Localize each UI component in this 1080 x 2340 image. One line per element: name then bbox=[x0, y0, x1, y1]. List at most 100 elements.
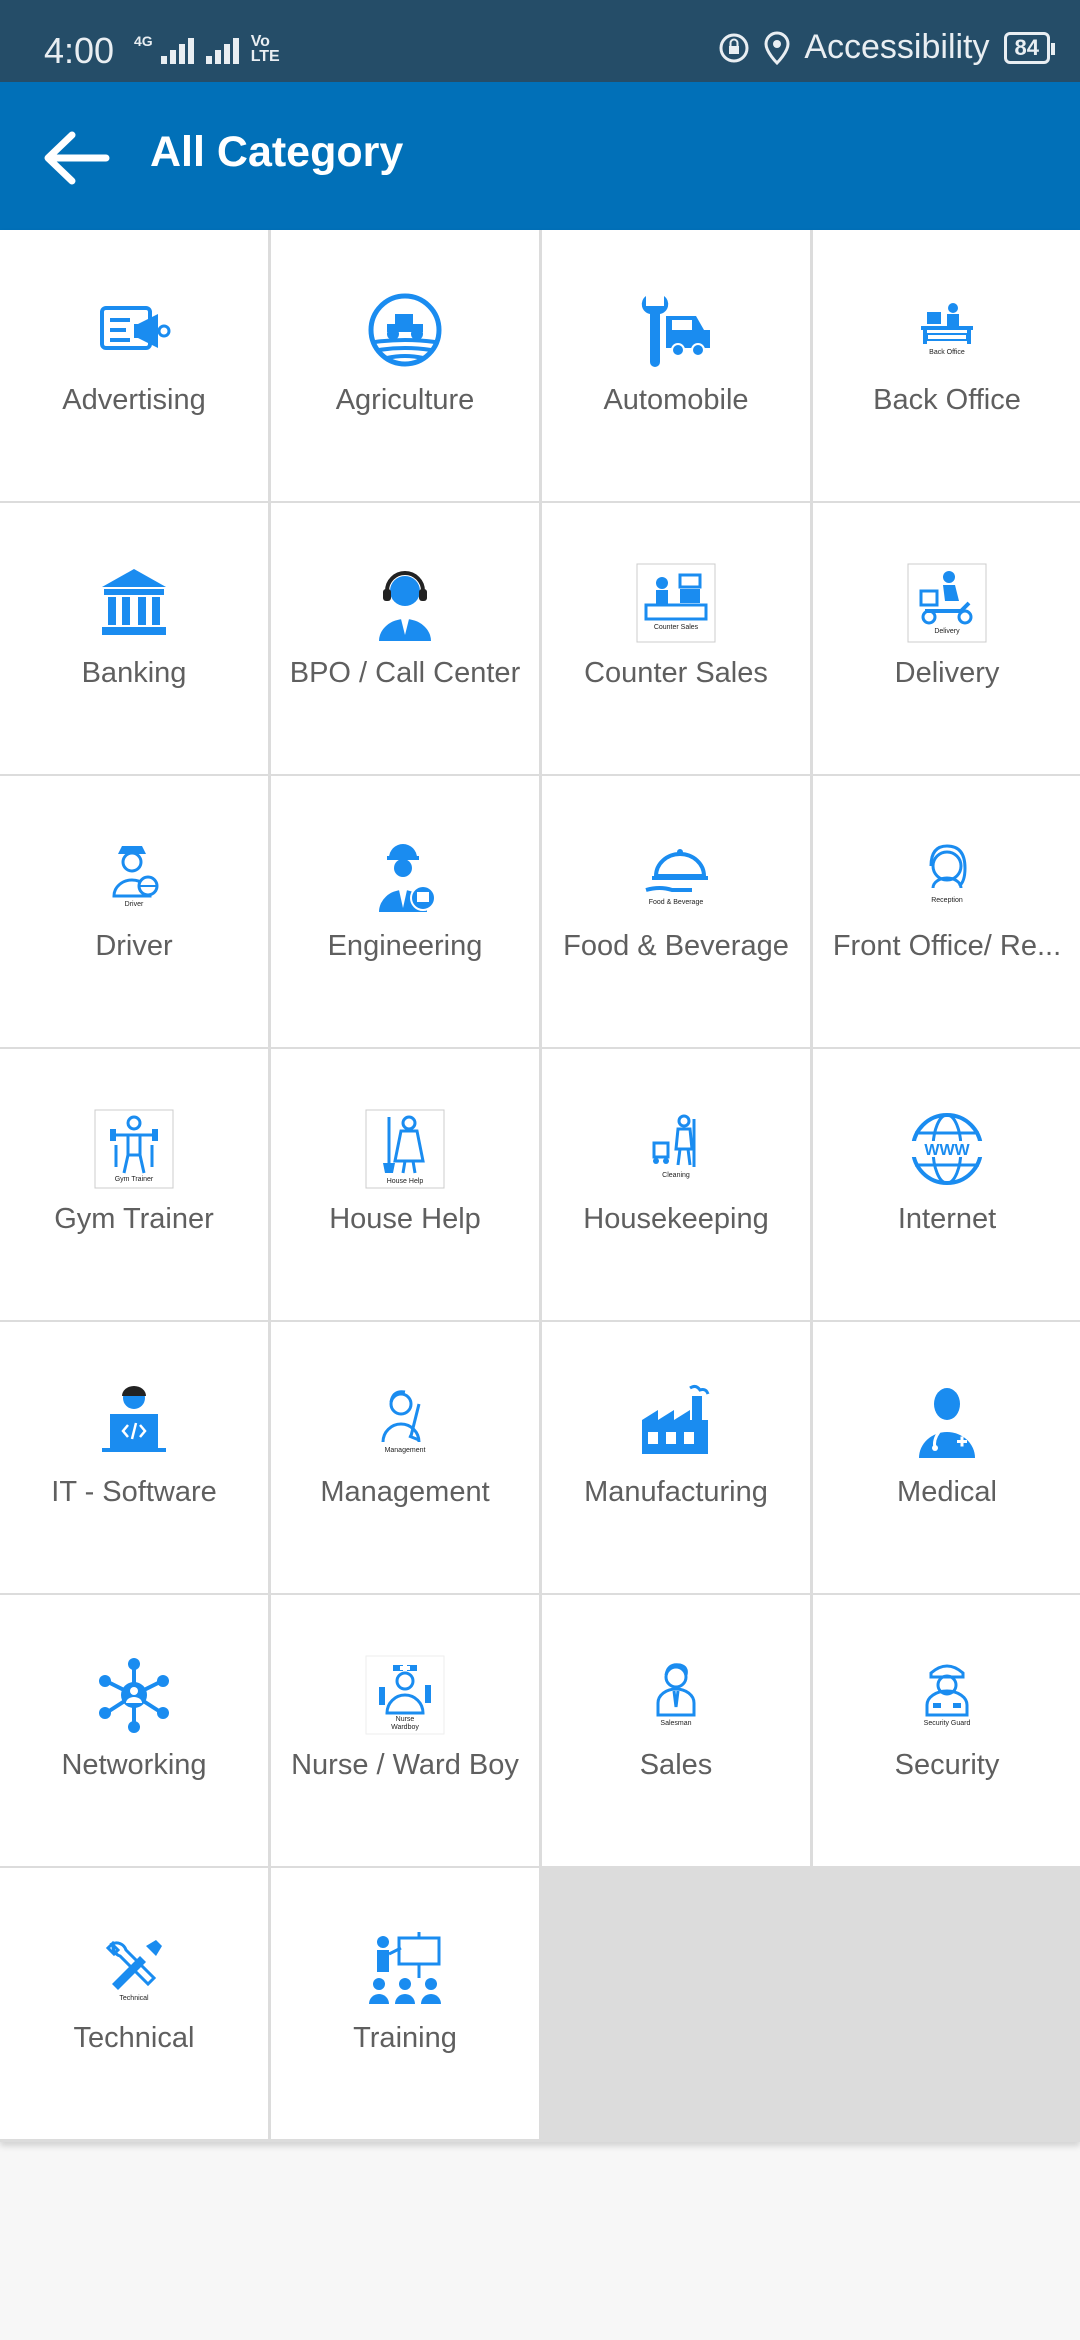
trainer-board-icon bbox=[365, 1928, 445, 2008]
category-training[interactable]: Training bbox=[271, 1868, 539, 2139]
category-label: Security bbox=[894, 1749, 1000, 1781]
category-agriculture[interactable]: Agriculture bbox=[271, 230, 539, 501]
category-technical[interactable]: Technical Technical bbox=[0, 1868, 268, 2139]
category-nurse-ward-boy[interactable]: Nurse Wardboy Nurse / Ward Boy bbox=[271, 1595, 539, 1866]
category-label: Counter Sales bbox=[584, 657, 768, 689]
svg-text:Security Guard: Security Guard bbox=[924, 1720, 971, 1727]
category-gym-trainer[interactable]: Gym Trainer Gym Trainer bbox=[0, 1049, 268, 1320]
category-label: Nurse / Ward Boy bbox=[291, 1749, 519, 1781]
category-label: Front Office/ Re... bbox=[832, 930, 1062, 962]
arrow-left-icon bbox=[44, 131, 110, 185]
nurse-icon: Nurse Wardboy bbox=[365, 1655, 445, 1735]
status-right: Accessibility 84 bbox=[718, 28, 1056, 67]
salesman-icon: Salesman bbox=[636, 1655, 716, 1735]
category-label: Automobile bbox=[603, 384, 749, 416]
svg-text:House Help: House Help bbox=[387, 1178, 424, 1185]
cloche-icon: Food & Beverage bbox=[636, 836, 716, 916]
security-guard-icon: Security Guard bbox=[907, 1655, 987, 1735]
status-bar: 4:00 4G Vo LTE Accessibility 84 bbox=[0, 0, 1080, 82]
svg-text:Food & Beverage: Food & Beverage bbox=[649, 899, 704, 906]
category-label: Food & Beverage bbox=[563, 930, 789, 962]
category-engineering[interactable]: Engineering bbox=[271, 776, 539, 1047]
battery-icon: 84 bbox=[1003, 31, 1056, 64]
page-title: All Category bbox=[150, 128, 404, 176]
category-label: Manufacturing bbox=[584, 1476, 768, 1508]
category-label: Advertising bbox=[62, 384, 206, 416]
category-back-office[interactable]: Back Office Back Office bbox=[813, 230, 1080, 501]
volte-indicator: Vo LTE bbox=[250, 33, 280, 65]
engineer-icon bbox=[365, 836, 445, 916]
location-icon bbox=[764, 30, 790, 65]
bank-icon bbox=[94, 563, 174, 643]
svg-text:Wardboy: Wardboy bbox=[391, 1724, 419, 1731]
back-office-icon: Back Office bbox=[907, 290, 987, 370]
category-housekeeping[interactable]: Cleaning Housekeeping bbox=[542, 1049, 810, 1320]
delivery-scooter-icon: Delivery bbox=[907, 563, 987, 643]
category-label: Training bbox=[353, 2022, 457, 2054]
category-delivery[interactable]: Delivery Delivery bbox=[813, 503, 1080, 774]
counter-sales-icon: Counter Sales bbox=[636, 563, 716, 643]
category-label: Networking bbox=[61, 1749, 207, 1781]
category-internet[interactable]: WWW Internet bbox=[813, 1049, 1080, 1320]
cleaning-icon: Cleaning bbox=[636, 1109, 716, 1189]
status-time: 4:00 bbox=[44, 30, 115, 71]
svg-text:Back Office: Back Office bbox=[929, 349, 965, 356]
category-label: Agriculture bbox=[335, 384, 475, 416]
svg-text:Delivery: Delivery bbox=[934, 628, 960, 635]
category-counter-sales[interactable]: Counter Sales Counter Sales bbox=[542, 503, 810, 774]
category-label: IT - Software bbox=[51, 1476, 217, 1508]
category-advertising[interactable]: Advertising bbox=[0, 230, 268, 501]
network-type: 4G bbox=[134, 33, 153, 49]
category-networking[interactable]: Networking bbox=[0, 1595, 268, 1866]
category-it-software[interactable]: IT - Software bbox=[0, 1322, 268, 1593]
receptionist-icon: Reception bbox=[907, 836, 987, 916]
accessibility-label: Accessibility bbox=[804, 28, 990, 66]
svg-text:Nurse: Nurse bbox=[396, 1716, 415, 1723]
category-sales[interactable]: Salesman Sales bbox=[542, 1595, 810, 1866]
category-label: Technical bbox=[73, 2022, 195, 2054]
category-management[interactable]: Management Management bbox=[271, 1322, 539, 1593]
svg-text:Counter Sales: Counter Sales bbox=[654, 624, 699, 631]
svg-text:Technical: Technical bbox=[119, 1995, 149, 2002]
category-automobile[interactable]: Automobile bbox=[542, 230, 810, 501]
factory-icon bbox=[636, 1382, 716, 1462]
svg-text:Salesman: Salesman bbox=[660, 1720, 691, 1727]
category-label: Management bbox=[320, 1476, 490, 1508]
category-medical[interactable]: Medical bbox=[813, 1322, 1080, 1593]
lock-rotation-icon bbox=[719, 33, 749, 62]
category-label: Housekeeping bbox=[583, 1203, 769, 1235]
svg-text:Management: Management bbox=[385, 1447, 426, 1454]
app-bar: All Category bbox=[0, 82, 1080, 230]
house-help-icon: House Help bbox=[365, 1109, 445, 1189]
manager-icon: Management bbox=[365, 1382, 445, 1462]
category-label: Banking bbox=[81, 657, 187, 689]
network-nodes-icon bbox=[94, 1655, 174, 1735]
category-bpo-call-center[interactable]: BPO / Call Center bbox=[271, 503, 539, 774]
network-indicators: 4G Vo LTE bbox=[134, 33, 293, 65]
category-label: Engineering bbox=[327, 930, 483, 962]
svg-text:Driver: Driver bbox=[125, 901, 144, 908]
category-house-help[interactable]: House Help House Help bbox=[271, 1049, 539, 1320]
advertising-icon bbox=[94, 290, 174, 370]
category-security[interactable]: Security Guard Security bbox=[813, 1595, 1080, 1866]
category-driver[interactable]: Driver Driver bbox=[0, 776, 268, 1047]
category-label: Delivery bbox=[894, 657, 1000, 689]
driver-icon: Driver bbox=[94, 836, 174, 916]
category-front-office[interactable]: Reception Front Office/ Re... bbox=[813, 776, 1080, 1047]
svg-text:WWW: WWW bbox=[924, 1142, 970, 1159]
category-label: Internet bbox=[897, 1203, 997, 1235]
headset-agent-icon bbox=[365, 563, 445, 643]
globe-www-icon: WWW bbox=[907, 1109, 987, 1189]
category-label: Sales bbox=[639, 1749, 713, 1781]
category-manufacturing[interactable]: Manufacturing bbox=[542, 1322, 810, 1593]
category-label: Back Office bbox=[873, 384, 1021, 416]
category-banking[interactable]: Banking bbox=[0, 503, 268, 774]
category-food-beverage[interactable]: Food & Beverage Food & Beverage bbox=[542, 776, 810, 1047]
svg-text:Reception: Reception bbox=[931, 897, 963, 904]
doctor-icon bbox=[907, 1382, 987, 1462]
tractor-icon bbox=[365, 290, 445, 370]
back-button[interactable] bbox=[36, 118, 116, 198]
svg-text:Gym Trainer: Gym Trainer bbox=[115, 1176, 154, 1183]
tools-icon: Technical bbox=[94, 1928, 174, 2008]
gym-trainer-icon: Gym Trainer bbox=[94, 1109, 174, 1189]
